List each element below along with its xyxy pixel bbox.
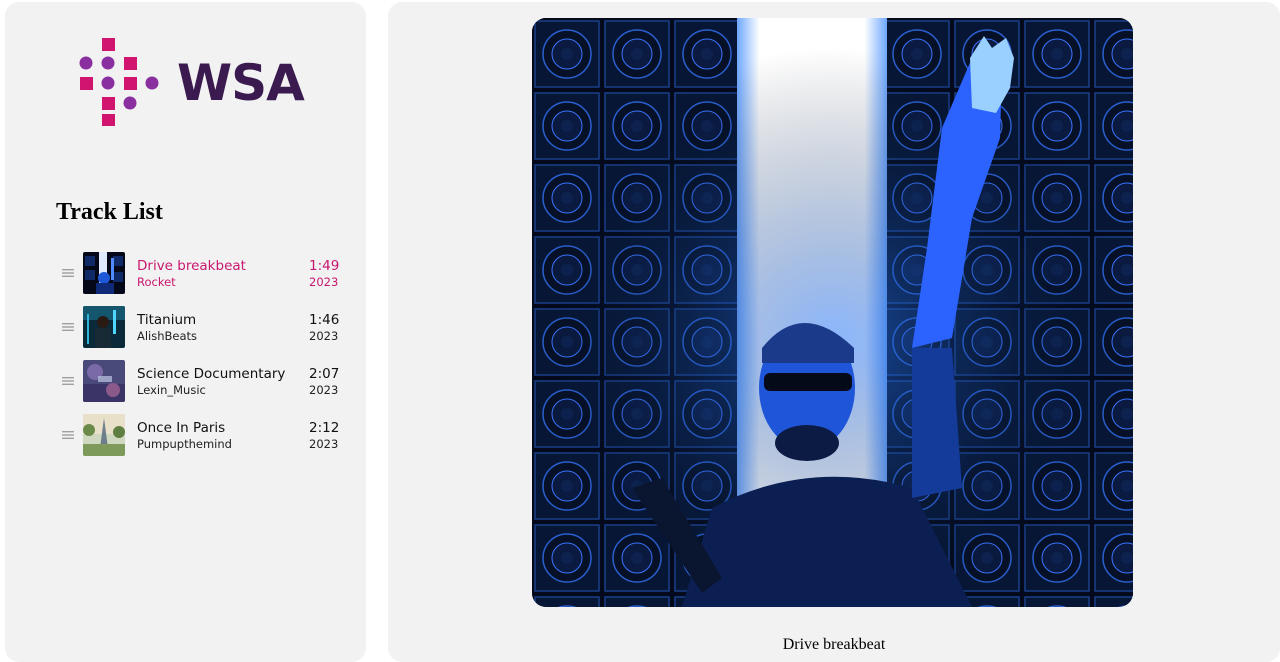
track-thumbnail	[83, 414, 125, 456]
track-title: Once In Paris	[137, 420, 226, 436]
track-thumbnail	[83, 360, 125, 402]
album-cover[interactable]	[532, 18, 1133, 607]
track-duration: 1:46	[309, 312, 340, 328]
now-playing-title: Drive breakbeat	[782, 636, 886, 653]
track-item-drive-breakbeat[interactable]: Drive breakbeat Rocket 1:49 2023	[57, 252, 347, 306]
track-title: Science Documentary	[137, 366, 286, 382]
track-thumbnail	[83, 252, 125, 294]
drag-handle-icon[interactable]	[57, 252, 83, 294]
track-artist: AlishBeats	[137, 329, 198, 343]
wsa-logo[interactable]: WSA	[75, 36, 335, 127]
drag-handle-icon[interactable]	[57, 414, 83, 456]
track-artist: Pumpupthemind	[137, 437, 232, 451]
track-duration: 2:07	[309, 366, 340, 382]
track-item-once-in-paris[interactable]: Once In Paris Pumpupthemind 2:12 2023	[57, 414, 347, 468]
wsa-wordmark: WSA	[177, 54, 305, 112]
drag-handle-icon[interactable]	[57, 360, 83, 402]
track-year: 2023	[309, 383, 339, 397]
wsa-logo-graphic: WSA	[79, 38, 306, 127]
track-duration: 1:49	[309, 258, 340, 274]
track-artist: Lexin_Music	[137, 383, 206, 397]
track-item-science-documentary[interactable]: Science Documentary Lexin_Music 2:07 202…	[57, 360, 347, 414]
drag-handle-icon[interactable]	[57, 306, 83, 348]
track-title: Drive breakbeat	[137, 258, 246, 274]
track-item-titanium[interactable]: Titanium AlishBeats 1:46 2023	[57, 306, 347, 360]
player-panel: Drive breakbeat	[388, 2, 1280, 662]
album-cover-art	[532, 18, 1133, 607]
track-title: Titanium	[137, 312, 197, 328]
track-duration: 2:12	[309, 420, 340, 436]
track-thumbnail	[83, 306, 125, 348]
track-year: 2023	[309, 437, 339, 451]
track-year: 2023	[309, 275, 339, 289]
track-list-heading: Track List	[56, 199, 163, 225]
track-year: 2023	[309, 329, 339, 343]
track-list: Drive breakbeat Rocket 1:49 2023 Titaniu…	[57, 252, 347, 468]
track-artist: Rocket	[137, 275, 176, 289]
sidebar: WSA Track List Drive breakbeat Rocket 1:…	[5, 2, 366, 662]
